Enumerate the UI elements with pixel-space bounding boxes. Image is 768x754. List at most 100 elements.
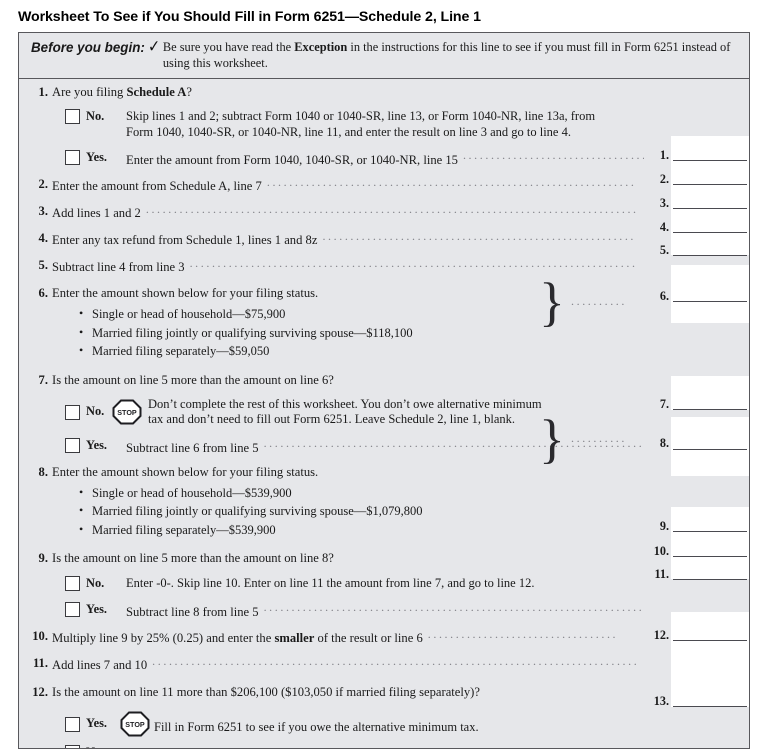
line-9-yes-checkbox[interactable] [65,602,80,618]
line-11-text-wrap: Add lines 7 and 10 [52,655,647,673]
answer-rule-9 [673,531,747,532]
line-7-no-checkbox[interactable] [65,404,80,420]
line-12-no-text-wrap: Multiply line 11 by 26% (0.26) [126,744,647,748]
line-9-no-label: No. [86,576,105,591]
line-8-number: 8. [38,464,48,479]
line-1-question: Are you filing Schedule A? [52,84,647,100]
answer-rule-10 [673,556,747,557]
answer-number-3: 3. [659,196,669,210]
line-9-no-checkbox[interactable] [65,576,80,592]
leader-dots [428,628,616,642]
answer-box-8[interactable] [671,417,749,476]
page-title: Worksheet To See if You Should Fill in F… [18,9,481,25]
line-9-yes-text: Subtract line 8 from line 5 [126,605,259,620]
line-1-no-checkbox[interactable] [65,109,80,124]
svg-text:STOP: STOP [117,408,137,417]
line-8-brace: } [539,409,565,469]
line-6-brace: } [539,272,565,332]
line-7-row: 7. Is the amount on line 5 more than the… [19,367,647,390]
answer-box-group-1-5[interactable] [671,136,749,255]
line-1-yes-text: Enter the amount from Form 1040, 1040-SR… [126,153,458,168]
answer-rule-5 [673,255,747,256]
leader-dots [267,176,636,190]
answer-rule-6 [673,301,747,302]
line-12-yes-label: Yes. [86,716,107,731]
line-7-yes-text-wrap: Subtract line 6 from line 5 [126,437,647,456]
line-10-text-a: Multiply line 9 by 25% (0.25) and enter … [52,631,275,646]
check-mark-icon: ✓ [147,37,160,56]
answer-number-6: 6. [659,289,669,303]
leader-dots [288,745,644,748]
line-7-no-label: No. [86,404,105,419]
worksheet-body: 1. Are you filing Schedule A? No. Skip l… [19,79,749,748]
line-1-no-option[interactable]: No. Skip lines 1 and 2; subtract Form 10… [19,108,647,140]
line-9-yes-label: Yes. [86,602,107,617]
answer-rule-8 [673,449,747,450]
answer-number-11: 11. [654,567,669,581]
line-1-no-label: No. [86,109,105,123]
line-9-yes-option[interactable]: Yes. Subtract line 8 from line 5 [19,601,647,620]
line-8-bullet-0: Single or head of household—$539,900 [79,483,647,503]
line-4-text: Enter any tax refund from Schedule 1, li… [52,233,318,248]
line-9-row: 9. Is the amount on line 5 more than the… [19,545,647,568]
answer-rule-3 [673,208,747,209]
before-text-part1: Be sure you have read the [162,40,295,54]
line-11-row: 11. Add lines 7 and 10 [19,655,647,673]
line-2-text-wrap: Enter the amount from Schedule A, line 7 [52,176,647,194]
stop-sign-icon: STOP [112,399,142,425]
line-9-no-text: Enter -0-. Skip line 10. Enter on line 1… [126,576,535,591]
line-1-yes-checkbox[interactable] [65,150,80,166]
line-12-no-option[interactable]: No. Multiply line 11 by 26% (0.26) [19,744,647,748]
line-12-yes-text: Fill in Form 6251 to see if you owe the … [154,719,479,734]
answer-box-group-12-13[interactable] [671,612,749,707]
answer-number-1: 1. [659,148,669,162]
line-12-yes-checkbox[interactable] [65,716,80,732]
line-10-text-c: of the result or line 6 [314,631,423,646]
answer-rule-11 [673,579,747,580]
answer-box-6[interactable] [671,265,749,323]
line-7-yes-checkbox[interactable] [65,437,80,453]
line-6-number: 6. [38,286,48,301]
line-1-q-a: Are you filing [52,85,127,99]
line-6-bullet-2: Married filing separately—$59,050 [79,341,647,361]
before-you-begin-text: Be sure you have read the Exception in t… [163,39,741,71]
line-2-number: 2. [38,177,48,192]
answer-box-group-9-11[interactable] [671,507,749,579]
leader-dots [463,150,644,164]
answer-box-7[interactable] [671,376,749,410]
line-10-number: 10. [32,629,48,644]
line-10-text-wrap: Multiply line 9 by 25% (0.25) and enter … [52,628,647,646]
line-9-no-option[interactable]: No. Enter -0-. Skip line 10. Enter on li… [19,575,647,592]
line-7-question: Is the amount on line 5 more than the am… [52,372,334,387]
before-you-begin-band: Before you begin: ✓ Be sure you have rea… [19,33,749,79]
line-12-number: 12. [32,685,48,700]
answer-number-5: 5. [659,243,669,257]
line-12-yes-option[interactable]: Yes. STOP Fill in Form 6251 to see if yo… [19,710,647,737]
leader-dots [322,230,636,244]
line-11-text: Add lines 7 and 10 [52,658,148,673]
line-1-no-text: Skip lines 1 and 2; subtract Form 1040 o… [126,109,596,139]
line-9-number: 9. [38,551,48,566]
line-8-brace-leader: .......... [571,431,627,445]
answer-number-7: 7. [659,397,669,411]
answer-rule-4 [673,232,747,233]
answer-number-2: 2. [659,172,669,186]
line-9-yes-text-wrap: Subtract line 8 from line 5 [126,601,647,620]
line-6-brace-leader: .......... [571,294,627,308]
leader-dots [152,655,636,669]
line-7-no-text: Don’t complete the rest of this workshee… [148,396,542,427]
line-8-bullet-1: Married filing jointly or qualifying sur… [79,501,647,521]
line-1-q-bold: Schedule A [126,85,187,99]
line-11-number: 11. [32,656,48,671]
line-4-row: 4. Enter any tax refund from Schedule 1,… [19,230,647,248]
line-3-text: Add lines 1 and 2 [52,206,141,221]
line-10-text-bold: smaller [274,631,315,646]
line-12-no-label: No. [80,744,126,748]
answer-number-10: 10. [653,544,669,558]
line-1-yes-option[interactable]: Yes. Enter the amount from Form 1040, 10… [19,149,647,168]
answer-rule-2 [673,184,747,185]
line-1-row: 1. Are you filing Schedule A? [19,79,647,102]
answer-number-9: 9. [659,519,669,533]
line-12-no-checkbox[interactable] [65,745,80,748]
answer-rule-13 [673,706,747,707]
